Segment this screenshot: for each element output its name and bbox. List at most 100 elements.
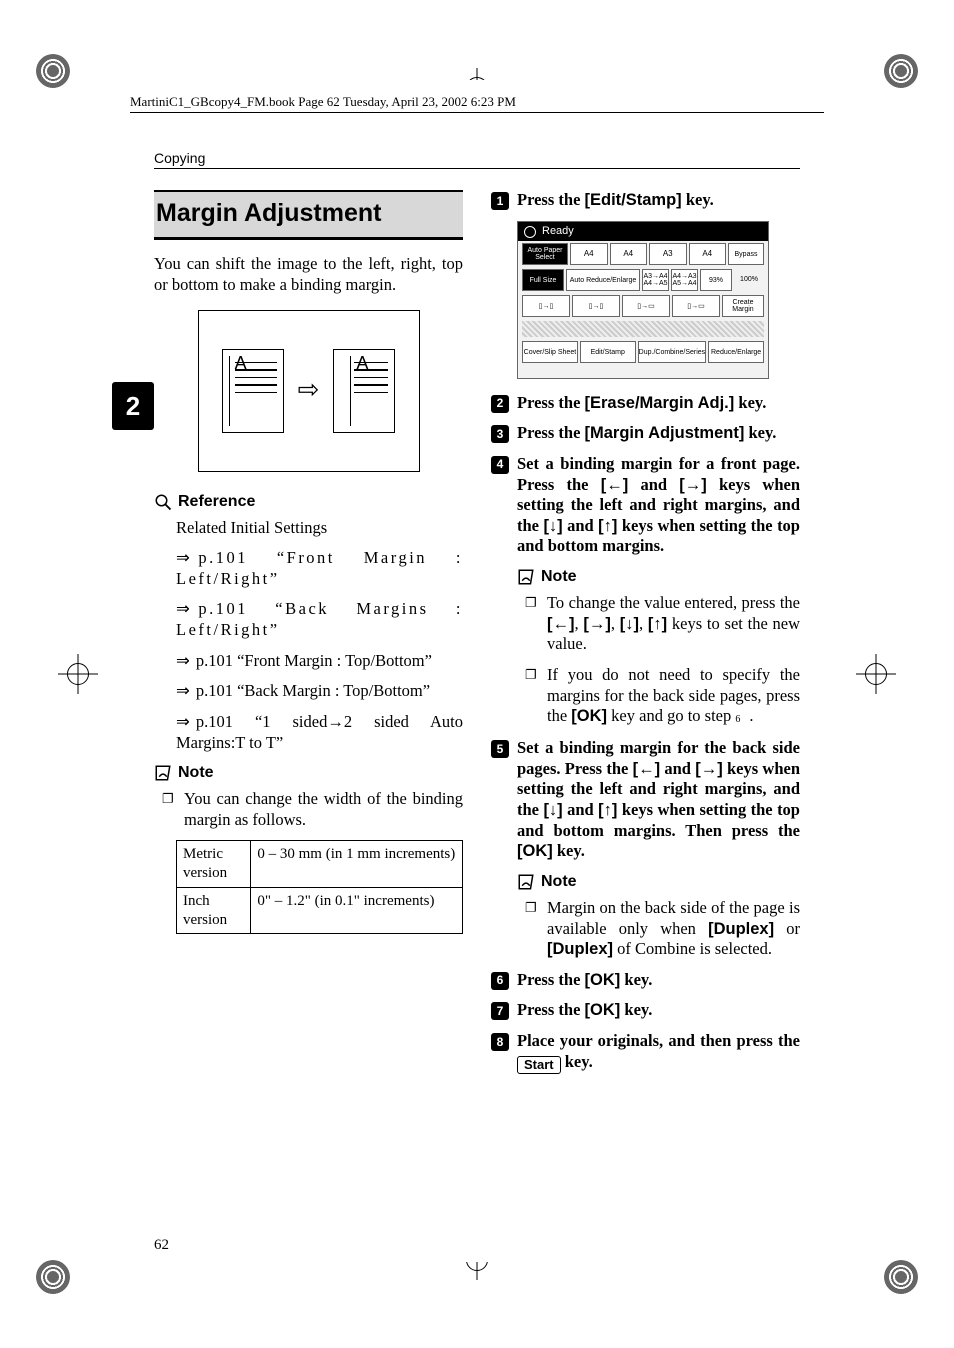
note-heading: Note <box>517 567 800 587</box>
bypass-tray: Bypass <box>728 243 764 265</box>
note-heading-text: Note <box>541 567 577 587</box>
step-2: 2 Press the [Erase/Margin Adj.] key. <box>491 393 800 414</box>
bullet-icon <box>525 593 539 655</box>
step-8: 8 Place your originals, and then press t… <box>491 1031 800 1074</box>
chapter-category: Copying <box>154 150 800 169</box>
step-text: and <box>563 800 598 819</box>
note-item: If you do not need to specify the margin… <box>525 665 800 728</box>
step-text: key. <box>553 841 585 860</box>
note-text: . <box>749 706 753 725</box>
table-cell: Inch version <box>177 887 251 934</box>
margin-width-table: Metric version 0 – 30 mm (in 1 mm increm… <box>176 840 463 934</box>
ui-key-label: [OK] <box>585 1001 621 1019</box>
ui-key-label: [OK] <box>517 842 553 860</box>
diagram-arrow-icon: ⇨ <box>298 374 320 407</box>
step-text: Press the <box>517 393 585 412</box>
step-text: Press the <box>517 423 585 442</box>
ui-key-label: [↓] <box>620 615 639 633</box>
tray: A4 <box>689 243 727 265</box>
regmark-top-left <box>36 54 70 88</box>
start-key-icon: Start <box>517 1056 561 1074</box>
step-number-badge: 8 <box>491 1033 509 1051</box>
crosshair-right <box>856 654 896 694</box>
table-cell: 0" – 1.2" (in 0.1" increments) <box>251 887 463 934</box>
note-item: To change the value entered, press the [… <box>525 593 800 655</box>
ui-key-label: [←] <box>547 615 575 633</box>
reference-item: p.101 “1 sided→2 sided Auto Margins:T to… <box>176 712 463 753</box>
note-text: , <box>611 614 620 633</box>
step-text: Press the <box>517 190 585 209</box>
ui-key-label: [↑] <box>648 615 667 633</box>
note-heading-text: Note <box>541 872 577 892</box>
step-text: Press the <box>517 970 585 989</box>
note-text: key and go to step <box>607 706 735 725</box>
step-text: key. <box>682 190 714 209</box>
step-3: 3 Press the [Margin Adjustment] key. <box>491 423 800 444</box>
note-icon <box>517 568 535 586</box>
note-text: , <box>639 614 648 633</box>
auto-reduce-enlarge: Auto Reduce/Enlarge <box>566 269 640 291</box>
page-frame: MartiniC1_GBcopy4_FM.book Page 62 Tuesda… <box>100 80 854 1262</box>
ratio-preset: A4→A3 A5→A4 <box>671 269 698 291</box>
status-ready: Ready <box>542 225 574 239</box>
step-1: 1 Press the [Edit/Stamp] key. <box>491 190 800 211</box>
regmark-top-right <box>884 54 918 88</box>
reference-item: p.101 “Front Margin : Left/Right” <box>176 548 463 589</box>
step-text: key. <box>620 970 652 989</box>
reference-lead: Related Initial Settings <box>176 518 463 539</box>
ui-key-label: [OK] <box>571 707 607 725</box>
ui-key-label: [Duplex] <box>708 920 774 938</box>
ui-key-label: [→] <box>583 615 611 633</box>
ratio-percent: 93% <box>700 269 732 291</box>
note-item-text: You can change the width of the binding … <box>184 789 463 830</box>
diagram-letter-b: A <box>356 352 368 375</box>
regmark-bottom-left <box>36 1260 70 1294</box>
bottom-tab: Cover/Slip Sheet <box>522 341 578 363</box>
step-number-badge: 6 <box>491 972 509 990</box>
running-head: MartiniC1_GBcopy4_FM.book Page 62 Tuesda… <box>130 94 824 113</box>
auto-paper-select: Auto Paper Select <box>522 243 568 265</box>
note-text: or <box>774 919 800 938</box>
hatched-area <box>522 321 764 337</box>
reference-heading: Reference <box>154 492 463 512</box>
icon-tile: ▯→▯ <box>572 295 620 317</box>
step-4: 4 Set a binding margin for a front page.… <box>491 454 800 557</box>
table-row: Inch version 0" – 1.2" (in 0.1" incremen… <box>177 887 463 934</box>
page-number: 62 <box>154 1237 169 1254</box>
step-number-badge: 7 <box>491 1002 509 1020</box>
running-head-text: MartiniC1_GBcopy4_FM.book Page 62 Tuesda… <box>130 94 516 109</box>
step-number-badge: 3 <box>491 425 509 443</box>
ui-key-label: [←] <box>633 760 661 778</box>
step-text: and <box>628 475 679 494</box>
reference-item: p.101 “Back Margins : Left/Right” <box>176 599 463 640</box>
ready-led-icon <box>524 226 536 238</box>
ui-key-label: [Duplex] <box>547 940 613 958</box>
note-text: To change the value entered, press the <box>547 593 800 612</box>
step-text: and <box>660 759 695 778</box>
ui-key-label: [Edit/Stamp] <box>585 191 682 209</box>
note-list: You can change the width of the binding … <box>162 789 463 830</box>
bullet-icon <box>162 789 176 830</box>
left-column: Margin Adjustment You can shift the imag… <box>154 190 463 1232</box>
note-heading: Note <box>517 872 800 892</box>
step-number-badge: 5 <box>491 740 509 758</box>
step-text: and <box>563 516 598 535</box>
reference-heading-text: Reference <box>178 492 255 512</box>
step-ref-badge: 6 <box>735 714 749 728</box>
icon-tile: ▯→▯ <box>522 295 570 317</box>
reference-item: p.101 “Front Margin : Top/Bottom” <box>176 651 463 672</box>
bottom-tab: Edit/Stamp <box>580 341 636 363</box>
right-column: 1 Press the [Edit/Stamp] key. Ready Auto… <box>491 190 800 1232</box>
ui-key-label: [Margin Adjustment] <box>585 424 745 442</box>
icon-tile: ▯→▭ <box>622 295 670 317</box>
ratio-preset: A3→A4 A4→A5 <box>642 269 669 291</box>
ui-key-label: [OK] <box>585 971 621 989</box>
ui-key-label: [Erase/Margin Adj.] <box>585 394 735 412</box>
step-6: 6 Press the [OK] key. <box>491 970 800 991</box>
full-size-button: Full Size <box>522 269 564 291</box>
step-text: key. <box>620 1000 652 1019</box>
note-icon <box>154 764 172 782</box>
intro-paragraph: You can shift the image to the left, rig… <box>154 254 463 295</box>
step-text: Press the <box>517 1000 585 1019</box>
crosshair-left <box>58 654 98 694</box>
